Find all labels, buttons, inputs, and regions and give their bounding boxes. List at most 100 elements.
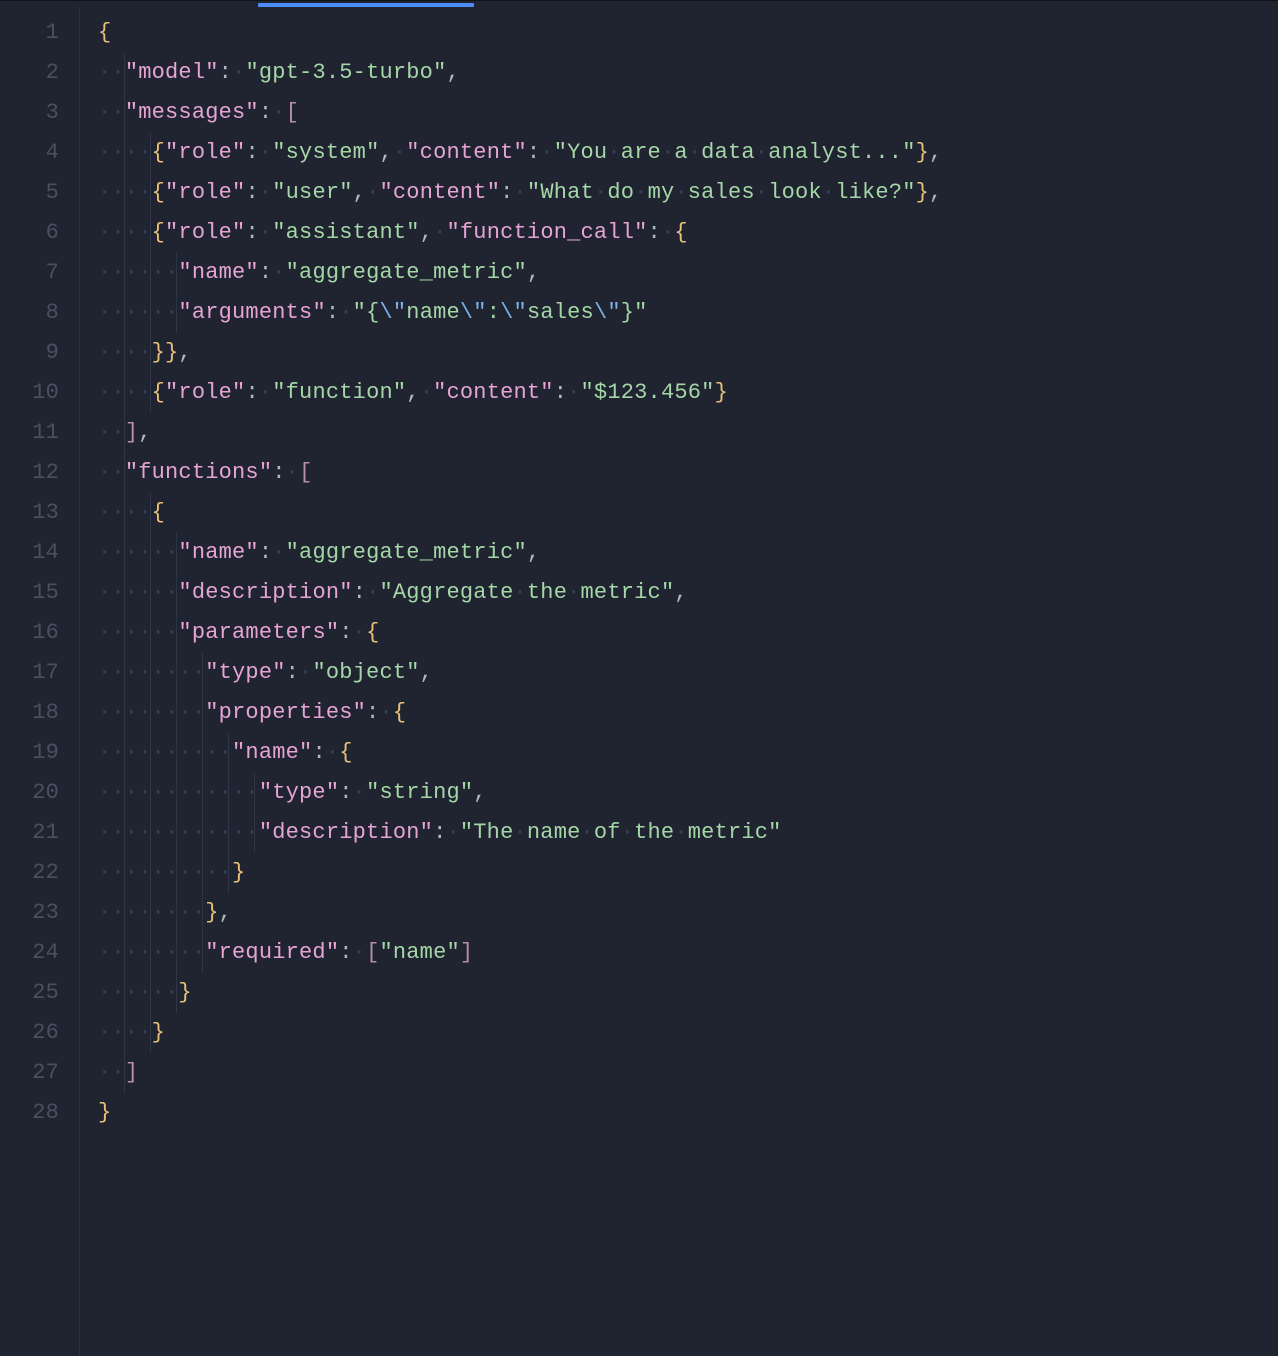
json-string: "object" [312,660,419,685]
indent-guide [124,213,125,253]
indent-guide [176,693,177,733]
line-number: 7 [0,253,79,293]
code-line[interactable]: ············"type":·"string", [98,773,1278,813]
whitespace-dot: · [634,180,647,205]
indent-guide [176,733,177,773]
code-line[interactable]: ········"properties":·{ [98,693,1278,733]
json-punct: : [326,300,339,325]
json-brace: } [916,140,929,165]
line-number: 19 [0,733,79,773]
code-line[interactable]: { [98,13,1278,53]
json-string: data [701,140,755,165]
code-line[interactable]: ····{ [98,493,1278,533]
indent-guide [176,573,177,613]
leading-whitespace: ······ [98,540,178,565]
leading-whitespace: ······ [98,260,178,285]
code-line[interactable]: ········"type":·"object", [98,653,1278,693]
code-line[interactable]: ····{"role":·"assistant",·"function_call… [98,213,1278,253]
code-line[interactable]: ····{"role":·"system",·"content":·"You·a… [98,133,1278,173]
indent-guide [150,493,151,533]
code-line[interactable]: ······"name":·"aggregate_metric", [98,253,1278,293]
json-key: "functions" [125,460,272,485]
code-line[interactable]: ············"description":·"The·name·of·… [98,813,1278,853]
whitespace-dot: · [286,460,299,485]
whitespace-dot: · [326,740,339,765]
indent-guide [150,293,151,333]
json-key: "parameters" [178,620,339,645]
json-punct: : [433,820,446,845]
indent-guide [124,893,125,933]
indent-guide [150,373,151,413]
code-line[interactable]: ··········} [98,853,1278,893]
whitespace-dot: · [339,300,352,325]
line-number: 16 [0,613,79,653]
code-line[interactable]: ······"description":·"Aggregate·the·metr… [98,573,1278,613]
whitespace-dot: · [755,180,768,205]
code-line[interactable]: ··] [98,1053,1278,1093]
json-punct: : [245,180,258,205]
json-string: "Aggregate [379,580,513,605]
whitespace-dot: · [688,140,701,165]
json-escape: \" [379,300,406,325]
json-brace: } [916,180,929,205]
line-number: 17 [0,653,79,693]
code-line[interactable]: ··], [98,413,1278,453]
json-punct: : [648,220,661,245]
code-line[interactable]: ··"model":·"gpt-3.5-turbo", [98,53,1278,93]
json-brace: { [152,180,165,205]
code-area[interactable]: {··"model":·"gpt-3.5-turbo",··"messages"… [80,7,1278,1356]
whitespace-dot: · [420,380,433,405]
code-line[interactable]: ········"required":·["name"] [98,933,1278,973]
json-string: : [487,300,500,325]
indent-guide [150,173,151,213]
indent-guide [150,853,151,893]
code-line[interactable]: ······"name":·"aggregate_metric", [98,533,1278,573]
code-line[interactable]: ··"functions":·[ [98,453,1278,493]
indent-guide [150,573,151,613]
json-bracket: [ [366,940,379,965]
leading-whitespace: ······ [98,580,178,605]
json-brace: { [152,220,165,245]
whitespace-dot: · [607,140,620,165]
line-number: 18 [0,693,79,733]
indent-guide [202,773,203,813]
json-string: look [768,180,822,205]
whitespace-dot: · [822,180,835,205]
leading-whitespace: ·· [98,1060,125,1085]
code-line[interactable]: ····} [98,1013,1278,1053]
code-line[interactable]: ··"messages":·[ [98,93,1278,133]
code-line[interactable]: ········}, [98,893,1278,933]
code-line[interactable]: } [98,1093,1278,1133]
indent-guide [124,373,125,413]
code-line[interactable]: ····{"role":·"user",·"content":·"What·do… [98,173,1278,213]
whitespace-dot: · [379,700,392,725]
indent-guide [124,573,125,613]
json-string: a [674,140,687,165]
indent-guide [150,533,151,573]
json-key: "properties" [205,700,366,725]
line-number: 3 [0,93,79,133]
code-line[interactable]: ······} [98,973,1278,1013]
indent-guide [150,653,151,693]
indent-guide [124,693,125,733]
json-string: name [527,820,581,845]
whitespace-dot: · [661,220,674,245]
code-editor[interactable]: 1234567891011121314151617181920212223242… [0,7,1278,1356]
code-line[interactable]: ······"arguments":·"{\"name\":\"sales\"}… [98,293,1278,333]
indent-guide [124,773,125,813]
code-line[interactable]: ····{"role":·"function",·"content":·"$12… [98,373,1278,413]
json-key: "name" [178,260,258,285]
indent-guide [124,853,125,893]
leading-whitespace: ········ [98,660,205,685]
line-number: 22 [0,853,79,893]
indent-guide [124,813,125,853]
whitespace-dot: · [446,820,459,845]
code-line[interactable]: ······"parameters":·{ [98,613,1278,653]
code-line[interactable]: ··········"name":·{ [98,733,1278,773]
indent-guide [124,453,125,493]
indent-guide [202,893,203,933]
json-string: "The [460,820,514,845]
code-line[interactable]: ····}}, [98,333,1278,373]
json-punct: : [272,460,285,485]
json-string: }" [621,300,648,325]
